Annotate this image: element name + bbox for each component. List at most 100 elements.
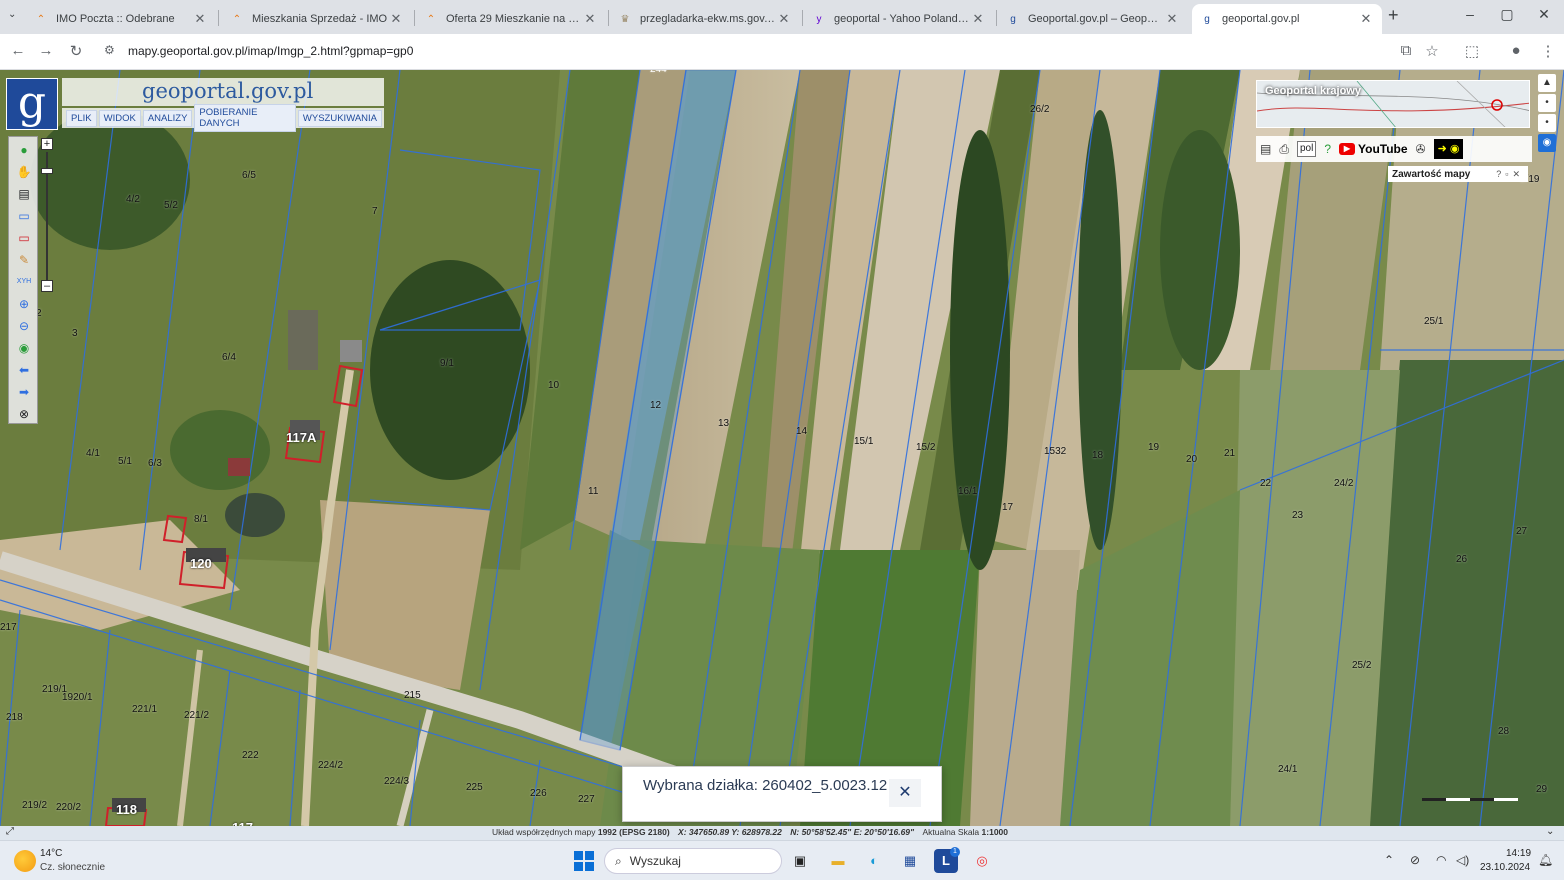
tab-close-icon[interactable]: ✕ [388, 11, 404, 27]
browser-tab[interactable]: ⌃ Mieszkania Sprzedaż - IMO ✕ [222, 4, 412, 34]
task-view-icon[interactable]: ▣ [788, 849, 812, 873]
zoom-out-icon[interactable]: ⊖ [14, 317, 34, 335]
menu-item[interactable]: WIDOK [98, 109, 141, 127]
bookmark-star-icon[interactable]: ☆ [1422, 42, 1442, 60]
menu-item[interactable]: POBIERANIE DANYCH [194, 104, 296, 132]
notifications-bell-icon[interactable]: 🔔︎ [1538, 853, 1553, 867]
taskbar-search-placeholder: Wyszukaj [629, 854, 681, 868]
dot-icon[interactable]: • [1538, 114, 1556, 132]
install-app-icon[interactable]: ⧉ [1396, 42, 1416, 59]
edge-browser-icon[interactable]: ◐ [862, 849, 886, 873]
print-icon[interactable]: ▤ [1260, 142, 1271, 156]
maximize-icon[interactable]: ▢ [1497, 6, 1517, 23]
globe-icon[interactable]: ◉ [14, 339, 34, 357]
tab-close-icon[interactable]: ✕ [1358, 11, 1374, 27]
zoom-in-icon[interactable]: ⊕ [14, 295, 34, 313]
parcel-number-label: 15/1 [854, 436, 874, 447]
clock-date[interactable]: 23.10.2024 [1480, 862, 1530, 873]
dot-icon[interactable]: • [1538, 94, 1556, 112]
tab-close-icon[interactable]: ✕ [1164, 11, 1180, 27]
clock-time[interactable]: 14:19 [1506, 848, 1531, 859]
tab-close-icon[interactable]: ✕ [192, 11, 208, 27]
browser-menu-icon[interactable]: ⋮ [1538, 42, 1558, 60]
address-bar[interactable]: mapy.geoportal.gov.pl/imap/Imgp_2.html?g… [128, 44, 413, 58]
tab-search-chevron-icon[interactable]: ⌄ [8, 9, 16, 20]
new-tab-button[interactable]: + [1388, 5, 1399, 26]
parcel-number-label: 8/1 [194, 514, 208, 525]
reset-view-icon[interactable]: ⊗ [14, 405, 34, 423]
forward-arrow-icon[interactable]: → [36, 42, 56, 59]
browser-tab[interactable]: g geoportal.gov.pl ✕ [1192, 4, 1382, 34]
map-content-panel[interactable]: Zawartość mapy ?▫✕ [1388, 166, 1528, 182]
back-arrow-icon[interactable]: ← [8, 42, 28, 59]
geoportal-logo[interactable]: g [6, 78, 58, 130]
tab-close-icon[interactable]: ✕ [582, 11, 598, 27]
zoom-slider[interactable]: + – [41, 138, 53, 296]
accessibility-icon[interactable]: ✇ [1416, 142, 1426, 156]
imo-icon: ⌃ [232, 13, 242, 25]
menu-item[interactable]: WYSZUKIWANIA [297, 109, 382, 127]
parcel-number-label: 244 [650, 70, 667, 75]
zoom-plus-button[interactable]: + [41, 138, 53, 150]
browser-tab[interactable]: ⌃ IMO Poczta :: Odebrane ✕ [26, 4, 216, 34]
printer-icon[interactable]: ⎙ [1279, 142, 1289, 157]
volume-icon[interactable]: ◁) [1456, 853, 1469, 867]
window-close-icon[interactable]: ✕ [1534, 6, 1554, 23]
parcel-number-label: 4/1 [86, 448, 100, 459]
xyh-icon[interactable]: XYH [14, 273, 34, 291]
youtube-link[interactable]: ▶ YouTube [1339, 142, 1408, 156]
file-explorer-icon[interactable]: ▬ [826, 849, 850, 873]
eye-icon[interactable]: ◉ [1538, 134, 1556, 152]
pan-hand-icon[interactable]: ✋ [14, 163, 34, 181]
windows-start-icon[interactable] [574, 851, 594, 871]
imo-icon: ⌃ [426, 13, 436, 25]
contrast-eye-icon[interactable]: ➜ ◉ [1433, 139, 1464, 159]
browser-tab[interactable]: g Geoportal.gov.pl – Geoportal In✕ [998, 4, 1188, 34]
info-icon[interactable]: ● [14, 141, 34, 159]
expand-icon[interactable]: ⤢ [6, 826, 14, 837]
overview-map[interactable]: Geoportal krajowy [1256, 80, 1530, 128]
tab-close-icon[interactable]: ✕ [970, 11, 986, 27]
extensions-icon[interactable]: ⬚ [1462, 42, 1482, 60]
collapse-chevron-icon[interactable]: ⌄ [1546, 826, 1554, 837]
help-icon[interactable]: ? [1324, 142, 1331, 156]
browser-tab[interactable]: ⌃ Oferta 29 Mieszkanie na sprzed✕ [416, 4, 606, 34]
next-view-arrow-icon[interactable]: ➡ [14, 383, 34, 401]
browser-tab[interactable]: y geoportal - Yahoo Poland Wyni✕ [804, 4, 994, 34]
menu-item[interactable]: PLIK [66, 109, 97, 127]
chrome-icon[interactable]: ◎ [970, 849, 994, 873]
panel-window-controls-icon[interactable]: ?▫✕ [1496, 169, 1524, 180]
language-select[interactable]: pol [1296, 141, 1317, 157]
map-content-title: Zawartość mapy [1392, 168, 1471, 180]
parcel-number-label: 221/1 [132, 704, 158, 715]
tab-close-icon[interactable]: ✕ [776, 11, 792, 27]
site-info-icon[interactable]: ⚙ [104, 43, 115, 57]
draw-pencil-icon[interactable]: ✎ [14, 251, 34, 269]
browser-tab[interactable]: ♛ przegladarka-ekw.ms.gov.pl/eu ✕ [610, 4, 800, 34]
reload-icon[interactable]: ↻ [66, 42, 86, 60]
scroll-up-icon[interactable]: ▲ [1538, 74, 1556, 92]
zoom-handle[interactable] [41, 168, 53, 174]
parcel-number-label: 28 [1498, 726, 1510, 737]
menu-item[interactable]: ANALIZY [142, 109, 193, 127]
building-label: 117A [286, 430, 317, 445]
popup-close-button[interactable]: ✕ [889, 779, 921, 807]
network-off-icon[interactable]: ⊘ [1410, 853, 1420, 867]
zoom-minus-button[interactable]: – [41, 280, 53, 292]
youtube-play-icon: ▶ [1339, 143, 1355, 155]
store-icon[interactable]: ▦ [898, 849, 922, 873]
profile-avatar-icon[interactable]: ● [1506, 42, 1526, 59]
select-area-icon[interactable]: ▭ [14, 229, 34, 247]
parcel-number-label: 6/5 [242, 170, 256, 181]
select-parcel-icon[interactable]: ▭ [14, 207, 34, 225]
tray-chevron-icon[interactable]: ⌃ [1384, 853, 1394, 867]
previous-view-arrow-icon[interactable]: ⬅ [14, 361, 34, 379]
map-canvas[interactable]: 244 26/2 6/5 4/2 5/2 7 23 6/4 9/1 10 12 13 14 15/1 15/… [0, 70, 1564, 826]
yahoo-icon: y [816, 13, 822, 25]
wifi-icon[interactable]: ◠ [1436, 853, 1446, 867]
weather-sun-icon[interactable] [14, 850, 36, 872]
taskbar-search[interactable]: ⌕ Wyszukaj [604, 848, 782, 874]
legend-icon[interactable]: ▤ [14, 185, 34, 203]
parcel-number-label: 225 [466, 782, 483, 793]
minimize-icon[interactable]: – [1460, 6, 1480, 22]
